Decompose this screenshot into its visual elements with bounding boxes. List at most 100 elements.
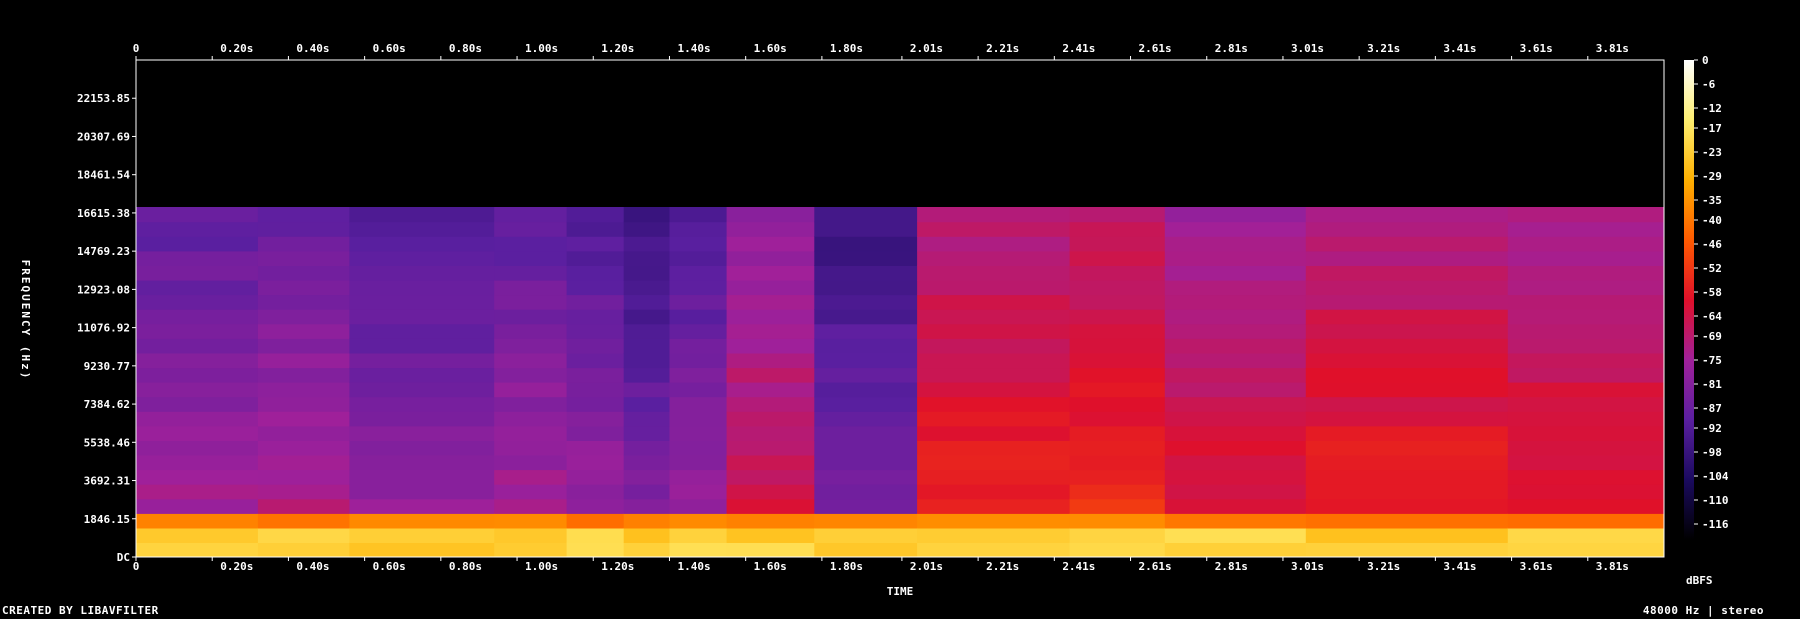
heatmap-cell [1305,323,1509,339]
heatmap-cell [494,469,568,485]
heatmap-cell [257,279,350,296]
heatmap-cell [623,484,670,500]
y-tick-label: 18461.54 [77,169,130,182]
heatmap-cell [669,309,728,325]
heatmap-cell [917,542,1071,557]
colorbar-tick-label: -29 [1702,170,1722,183]
y-tick-label: 14769.23 [77,245,130,258]
heatmap-cell [917,527,1071,543]
heatmap-cell [257,425,350,441]
heatmap-cell [917,440,1071,456]
heatmap-cell [726,542,815,557]
heatmap-cell [917,309,1071,325]
heatmap-cell [349,542,495,557]
colorbar-tick-label: -110 [1702,494,1729,507]
heatmap-cell [726,250,815,266]
colorbar-tick-label: -104 [1702,470,1729,483]
x-tick-label-top: 0.60s [373,42,406,55]
colorbar-tick-label: -116 [1702,518,1729,531]
heatmap-cell [1069,498,1166,514]
heatmap-cell [669,440,728,456]
heatmap-cell [726,382,815,398]
heatmap-cell [814,498,918,514]
x-tick-label-bottom: 0.60s [373,560,406,573]
heatmap-cell [494,352,568,369]
y-tick-label: 7384.62 [84,398,130,411]
heatmap-cell [1069,221,1166,237]
heatmap-cell [1507,425,1664,441]
heatmap-cell [623,265,670,281]
heatmap-cell [1164,396,1307,412]
x-tick-label-top: 0.20s [220,42,253,55]
heatmap-cell [814,382,918,398]
heatmap-cell [917,367,1071,383]
heatmap-cell [349,323,495,339]
heatmap-cell [814,236,918,252]
heatmap-cell [726,294,815,310]
heatmap-cell [814,542,918,557]
heatmap-cell [1305,454,1509,471]
heatmap-cell [494,338,568,354]
heatmap-cell [1305,513,1509,529]
x-tick-label-top: 0.40s [296,42,329,55]
y-axis-label: FREQUENCY (Hz) [19,260,32,381]
heatmap-cell [1069,367,1166,383]
heatmap-cell [623,221,670,237]
heatmap-cell [257,382,350,398]
heatmap-cell [917,513,1071,529]
heatmap-cell [1069,396,1166,412]
created-by-label: CREATED BY LIBAVFILTER [2,604,159,617]
heatmap-cell [136,484,259,500]
heatmap-cell [669,338,728,354]
heatmap-cell [566,338,625,354]
y-tick-label: 1846.15 [84,513,130,526]
heatmap-cell [814,454,918,471]
heatmap-cell [814,513,918,529]
colorbar-tick-label: -52 [1702,262,1722,275]
x-tick-label-bottom: 3.81s [1596,560,1629,573]
heatmap-cell [669,527,728,543]
heatmap-cell [1507,236,1664,252]
heatmap-cell [566,513,625,529]
heatmap-cell [257,367,350,383]
heatmap-cell [257,513,350,529]
heatmap-cell [1069,425,1166,441]
heatmap-cell [1507,440,1664,456]
y-tick-label: 5538.46 [84,436,131,449]
heatmap-cell [349,396,495,412]
heatmap-cell [566,527,625,543]
x-tick-label-top: 3.21s [1367,42,1400,55]
heatmap-cell [623,352,670,369]
heatmap-cell [917,338,1071,354]
heatmap-cell [917,469,1071,485]
sample-info-label: 48000 Hz | stereo [1642,604,1764,617]
heatmap-cell [1305,250,1509,266]
y-tick-label: 20307.69 [77,130,130,143]
heatmap-cell [1069,484,1166,500]
heatmap-cell [726,411,815,427]
heatmap-cell [726,498,815,514]
heatmap-cell [1305,207,1509,223]
heatmap-cell [1507,498,1664,514]
heatmap-cell [1069,440,1166,456]
heatmap-cell [136,338,259,354]
heatmap-cell [349,411,495,427]
colorbar-tick-label: -46 [1702,238,1722,251]
heatmap-cell [623,250,670,266]
y-axis: DC 1846.15 3692.31 5538.46 7384.62 9230.77 110… [77,92,136,564]
heatmap-cell [669,367,728,383]
heatmap-cell [1164,221,1307,237]
heatmap-cell [1507,469,1664,485]
heatmap-cell [726,236,815,252]
heatmap-cell [257,484,350,500]
heatmap-cell [623,440,670,456]
heatmap-cell [257,498,350,514]
heatmap-cell [257,323,350,339]
colorbar [1684,60,1694,540]
heatmap-cell [494,323,568,339]
heatmap-cell [623,294,670,310]
heatmap-cell [566,440,625,456]
heatmap-cell [917,250,1071,266]
heatmap-cell [1507,207,1664,223]
heatmap-cell [1305,338,1509,354]
